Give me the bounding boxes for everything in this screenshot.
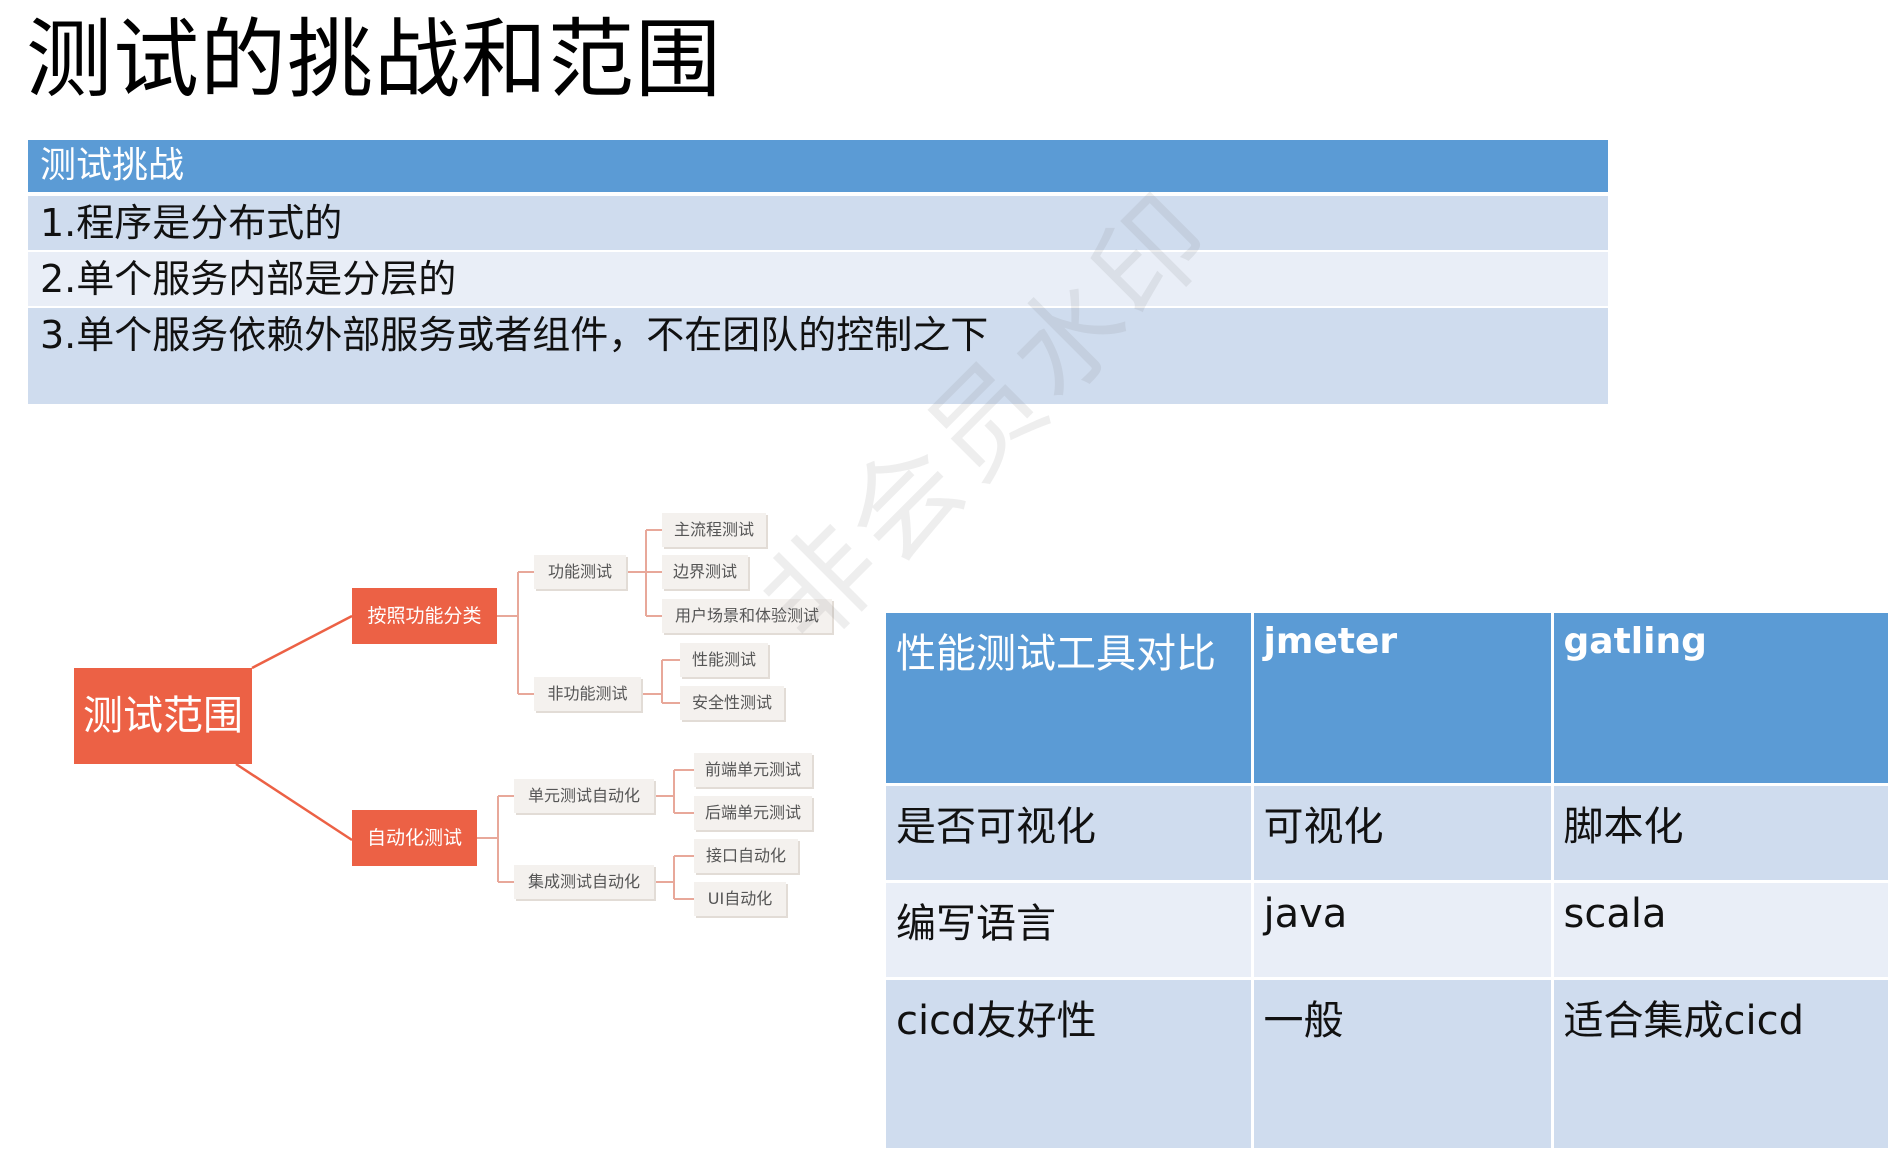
table-cell: java bbox=[1252, 881, 1554, 980]
table-header-cell: jmeter bbox=[1252, 613, 1554, 786]
mindmap-node-ui-auto: UI自动化 bbox=[694, 882, 786, 916]
mindmap-node-backend-unit: 后端单元测试 bbox=[694, 796, 812, 830]
table-header-cell: 性能测试工具对比 bbox=[886, 613, 1254, 786]
challenge-row: 2.单个服务内部是分层的 bbox=[28, 252, 1608, 308]
mindmap-node-function-category: 按照功能分类 bbox=[352, 588, 497, 644]
mindmap-node-automation: 自动化测试 bbox=[352, 810, 477, 866]
mindmap-node-unit-auto: 单元测试自动化 bbox=[514, 779, 654, 813]
table-cell: 一般 bbox=[1252, 978, 1554, 1151]
table-cell: 编写语言 bbox=[886, 881, 1254, 980]
table-header-cell: gatling bbox=[1552, 613, 1889, 786]
mindmap-root-node: 测试范围 bbox=[74, 668, 252, 764]
table-row: 是否可视化 可视化 脚本化 bbox=[886, 784, 1889, 883]
challenge-row: 1.程序是分布式的 bbox=[28, 196, 1608, 252]
challenge-table: 测试挑战 1.程序是分布式的 2.单个服务内部是分层的 3.单个服务依赖外部服务… bbox=[28, 140, 1608, 406]
table-cell: cicd友好性 bbox=[886, 978, 1254, 1151]
table-row: cicd友好性 一般 适合集成cicd bbox=[886, 978, 1889, 1151]
perf-tool-comparison-table: 性能测试工具对比 jmeter gatling 是否可视化 可视化 脚本化 编写… bbox=[886, 613, 1889, 1151]
mindmap-node-security: 安全性测试 bbox=[680, 686, 784, 720]
table-header-row: 性能测试工具对比 jmeter gatling bbox=[886, 613, 1889, 786]
table-cell: scala bbox=[1552, 881, 1889, 980]
challenge-table-header: 测试挑战 bbox=[28, 140, 1608, 196]
mindmap-node-integration-auto: 集成测试自动化 bbox=[514, 865, 654, 899]
table-row: 编写语言 java scala bbox=[886, 881, 1889, 980]
table-cell: 脚本化 bbox=[1552, 784, 1889, 883]
table-cell: 是否可视化 bbox=[886, 784, 1254, 883]
table-cell: 可视化 bbox=[1252, 784, 1554, 883]
mindmap-node-performance: 性能测试 bbox=[680, 643, 768, 677]
mindmap-node-functional: 功能测试 bbox=[534, 555, 626, 589]
mindmap-node-frontend-unit: 前端单元测试 bbox=[694, 753, 812, 787]
challenge-row: 3.单个服务依赖外部服务或者组件，不在团队的控制之下 bbox=[28, 308, 1608, 406]
mindmap-node-non-functional: 非功能测试 bbox=[534, 677, 641, 711]
table-cell: 适合集成cicd bbox=[1552, 978, 1889, 1151]
page-title: 测试的挑战和范围 bbox=[26, 10, 722, 110]
mindmap-node-api-auto: 接口自动化 bbox=[694, 839, 798, 873]
